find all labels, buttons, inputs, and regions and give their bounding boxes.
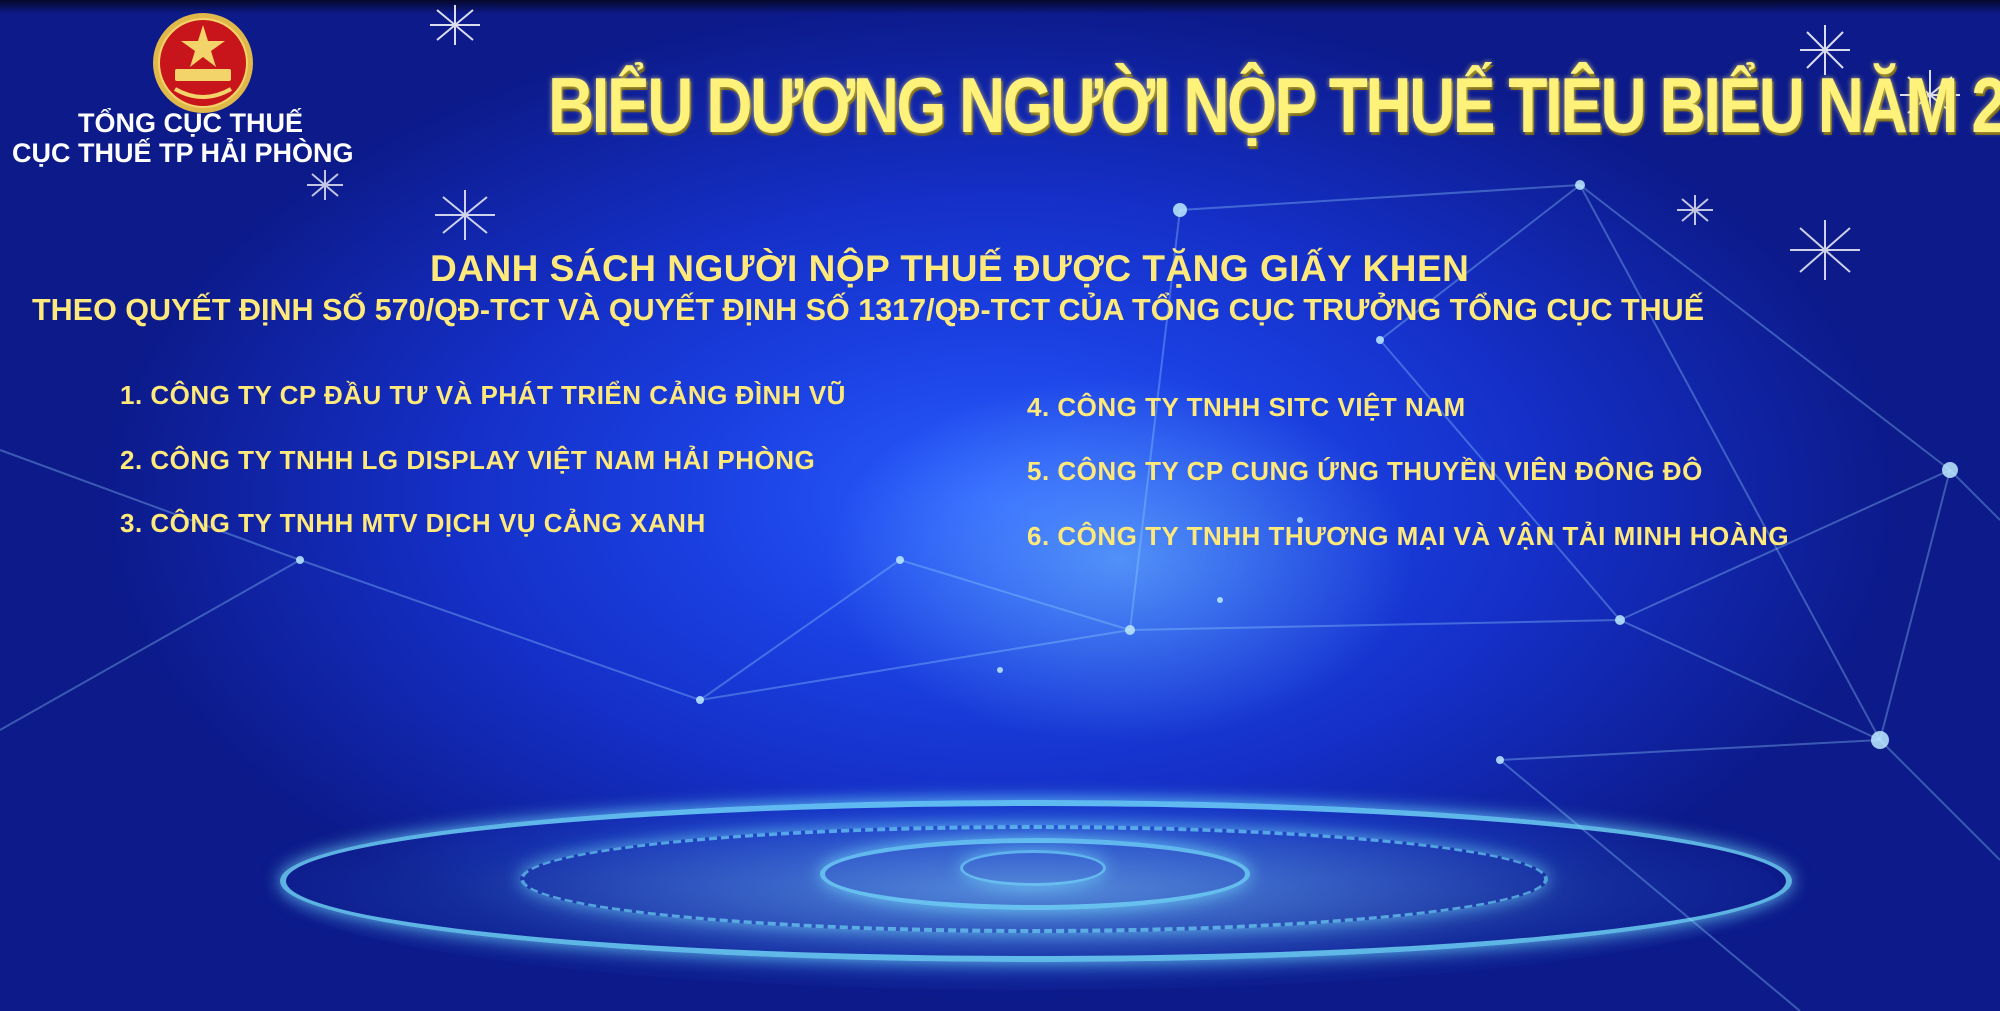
led-screen: TỔNG CỤC THUẾ CỤC THUẾ TP HẢI PHÒNG BIỂU… — [0, 0, 2000, 1011]
company-list-item: 3. CÔNG TY TNHH MTV DỊCH VỤ CẢNG XANH — [120, 508, 706, 538]
organization-name: TỔNG CỤC THUẾ — [78, 108, 303, 138]
decision-reference: THEO QUYẾT ĐỊNH SỐ 570/QĐ-TCT VÀ QUYẾT Đ… — [32, 292, 1705, 327]
firework-icon — [307, 170, 343, 200]
main-title: BIỂU DƯƠNG NGƯỜI NỘP THUẾ TIÊU BIỂU NĂM … — [548, 61, 2000, 149]
firework-icon — [430, 5, 480, 45]
tax-authority-seal-icon — [153, 13, 253, 113]
firework-icon — [1677, 195, 1713, 225]
firework-icon — [435, 190, 495, 240]
company-list-item: 1. CÔNG TY CP ĐẦU TƯ VÀ PHÁT TRIỂN CẢNG … — [120, 380, 846, 410]
list-heading: DANH SÁCH NGƯỜI NỘP THUẾ ĐƯỢC TẶNG GIẤY … — [430, 248, 1470, 289]
company-list-item: 5. CÔNG TY CP CUNG ỨNG THUYỀN VIÊN ĐÔNG … — [1027, 456, 1703, 486]
organization-branch: CỤC THUẾ TP HẢI PHÒNG — [12, 138, 354, 168]
company-list-item: 2. CÔNG TY TNHH LG DISPLAY VIỆT NAM HẢI … — [120, 445, 816, 475]
company-list-item: 4. CÔNG TY TNHH SITC VIỆT NAM — [1027, 392, 1466, 422]
firework-icon — [1790, 220, 1860, 280]
hologram-ring-core — [960, 850, 1106, 886]
company-list-item: 6. CÔNG TY TNHH THƯƠNG MẠI VÀ VẬN TẢI MI… — [1027, 521, 1790, 551]
